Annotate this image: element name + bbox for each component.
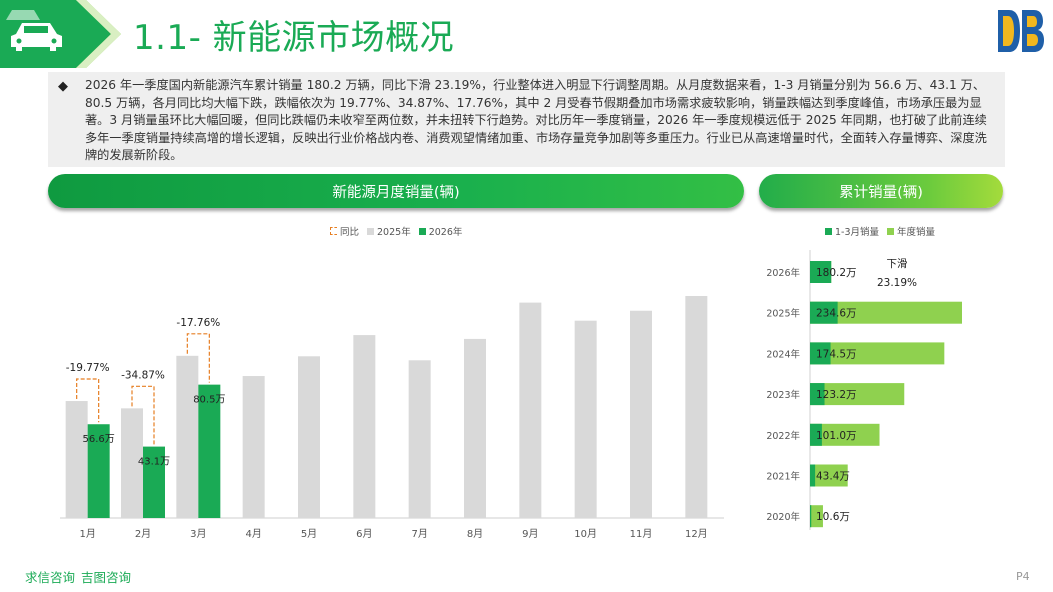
bar-2025 bbox=[353, 335, 376, 518]
bar-2025 bbox=[519, 302, 542, 518]
decline-annotation-line1: 下滑 bbox=[887, 258, 908, 270]
bar-2025 bbox=[630, 310, 652, 518]
year-tick-label: 2026年 bbox=[766, 267, 800, 279]
footer-brand-1: 求信咨询 bbox=[25, 570, 76, 585]
decline-annotation-line2: 23.19% bbox=[877, 277, 917, 289]
bar-2025 bbox=[685, 296, 708, 518]
yoy-label: -34.87% bbox=[121, 369, 165, 381]
month-tick-label: 12月 bbox=[685, 528, 708, 540]
footer-brand-2: 吉图咨询 bbox=[81, 570, 132, 585]
bar-2025 bbox=[408, 360, 431, 518]
year-tick-label: 2024年 bbox=[766, 348, 800, 360]
year-tick-label: 2022年 bbox=[766, 430, 800, 442]
year-tick-label: 2021年 bbox=[766, 471, 800, 483]
month-tick-label: 5月 bbox=[301, 528, 317, 540]
bar-2025 bbox=[65, 401, 88, 518]
month-tick-label: 10月 bbox=[574, 528, 597, 540]
bar-q1-label: 43.4万 bbox=[816, 471, 850, 483]
month-tick-label: 3月 bbox=[190, 528, 206, 540]
bar-2026-label: 80.5万 bbox=[193, 395, 225, 406]
bar-2026-label: 56.6万 bbox=[83, 434, 115, 445]
yoy-label: -17.76% bbox=[176, 317, 220, 329]
year-tick-label: 2020年 bbox=[766, 511, 800, 523]
month-tick-label: 4月 bbox=[245, 528, 261, 540]
month-tick-label: 7月 bbox=[411, 528, 427, 540]
bar-q1-label: 180.2万 bbox=[816, 267, 857, 279]
bar-q1 bbox=[810, 464, 816, 487]
page-number: P4 bbox=[1016, 570, 1030, 583]
bar-2025 bbox=[298, 356, 320, 518]
year-tick-label: 2025年 bbox=[766, 308, 800, 320]
yoy-label: -19.77% bbox=[66, 362, 110, 374]
bar-2025 bbox=[464, 338, 486, 518]
bar-2025 bbox=[574, 320, 597, 518]
bar-2025 bbox=[242, 376, 265, 518]
bar-q1-label: 123.2万 bbox=[816, 389, 857, 401]
month-tick-label: 8月 bbox=[467, 528, 483, 540]
bar-q1-label: 174.5万 bbox=[816, 348, 857, 360]
bar-q1-label: 10.6万 bbox=[816, 511, 850, 523]
charts-canvas: 56.6万 -19.77% 1月 43.1万 -34.87% 2月 80.5万 -17.76%… bbox=[60, 250, 962, 540]
bar-q1-label: 101.0万 bbox=[816, 430, 857, 442]
bar-q1-label: 234.6万 bbox=[816, 308, 857, 320]
month-tick-label: 11月 bbox=[630, 528, 653, 540]
footer-brands: 求信咨询 吉图咨询 bbox=[25, 567, 137, 586]
bar-2025 bbox=[176, 355, 199, 518]
bar-q1 bbox=[810, 505, 812, 528]
month-tick-label: 6月 bbox=[356, 528, 372, 540]
bar-2026-label: 43.1万 bbox=[138, 457, 170, 468]
month-tick-label: 2月 bbox=[135, 528, 151, 540]
year-tick-label: 2023年 bbox=[766, 389, 800, 401]
month-tick-label: 9月 bbox=[522, 528, 538, 540]
month-tick-label: 1月 bbox=[79, 528, 95, 540]
